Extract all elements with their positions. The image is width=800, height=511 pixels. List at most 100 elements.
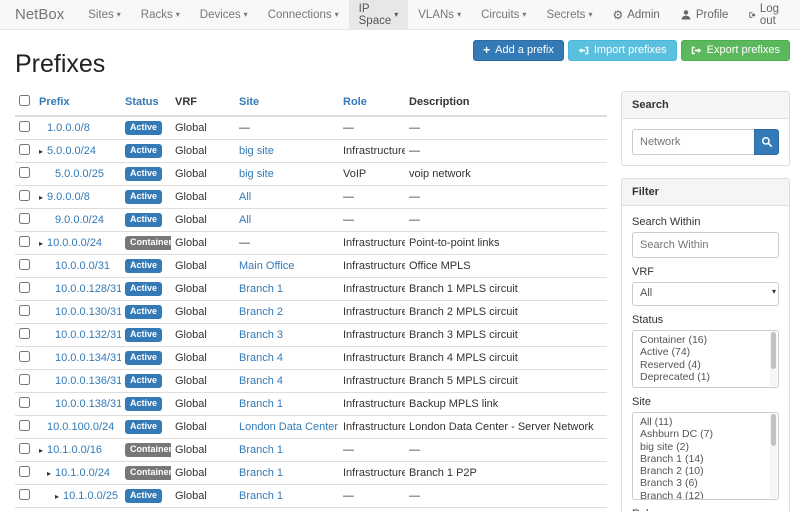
scrollbar[interactable] (770, 414, 777, 498)
import-prefixes-button[interactable]: Import prefixes (568, 40, 677, 61)
site-link[interactable]: Branch 4 (239, 375, 283, 387)
site-link[interactable]: London Data Center (239, 421, 338, 433)
search-input[interactable] (632, 129, 754, 155)
nav-item-logout[interactable]: Log out (738, 0, 793, 29)
site-listbox[interactable]: All (11)Ashburn DC (7)big site (2)Branch… (632, 412, 779, 500)
listbox-option[interactable]: All (11) (633, 416, 778, 428)
prefix-link[interactable]: 10.0.0.132/31 (55, 329, 121, 341)
nav-label: Sites (88, 9, 114, 21)
nav-item-circuits[interactable]: Circuits▾ (471, 0, 536, 29)
listbox-option[interactable]: Active (74) (633, 346, 778, 358)
site-link[interactable]: Branch 1 (239, 398, 283, 410)
sort-status[interactable]: Status (125, 96, 159, 108)
prefix-link[interactable]: 5.0.0.0/25 (55, 168, 104, 180)
table-row: ▸10.1.0.0/25 Active Global Branch 1 — — (15, 485, 607, 508)
sort-prefix[interactable]: Prefix (39, 96, 70, 108)
row-checkbox[interactable] (19, 167, 30, 178)
site-link[interactable]: Branch 1 (239, 283, 283, 295)
row-checkbox[interactable] (19, 144, 30, 155)
description-cell: — (405, 140, 607, 163)
prefix-link[interactable]: 10.1.0.0/16 (47, 444, 102, 456)
sort-role[interactable]: Role (343, 96, 367, 108)
site-link[interactable]: Main Office (239, 260, 294, 272)
expand-arrow-icon: ▸ (39, 147, 47, 156)
listbox-option[interactable]: Reserved (4) (633, 359, 778, 371)
prefix-link[interactable]: 9.0.0.0/24 (55, 214, 104, 226)
prefix-link[interactable]: 10.0.0.130/31 (55, 306, 121, 318)
site-link[interactable]: All (239, 191, 251, 203)
row-checkbox[interactable] (19, 420, 30, 431)
prefix-link[interactable]: 10.1.0.0/25 (63, 490, 118, 502)
row-checkbox[interactable] (19, 466, 30, 477)
prefix-link[interactable]: 10.0.0.0/24 (47, 237, 102, 249)
row-checkbox[interactable] (19, 328, 30, 339)
prefix-link[interactable]: 5.0.0.0/24 (47, 145, 96, 157)
search-button[interactable] (754, 129, 779, 155)
site-link[interactable]: All (239, 214, 251, 226)
prefix-link[interactable]: 9.0.0.0/8 (47, 191, 90, 203)
listbox-option[interactable]: Container (16) (633, 334, 778, 346)
listbox-option[interactable]: Branch 4 (12) (633, 490, 778, 500)
scrollbar-thumb[interactable] (771, 414, 776, 446)
listbox-option[interactable]: Branch 3 (6) (633, 477, 778, 489)
row-checkbox[interactable] (19, 305, 30, 316)
prefix-link[interactable]: 10.0.0.0/31 (55, 260, 110, 272)
status-listbox[interactable]: Container (16)Active (74)Reserved (4)Dep… (632, 330, 779, 388)
row-checkbox[interactable] (19, 397, 30, 408)
app-brand[interactable]: NetBox (0, 0, 78, 29)
export-prefixes-button[interactable]: Export prefixes (681, 40, 790, 61)
scrollbar-thumb[interactable] (771, 332, 776, 369)
listbox-option[interactable]: Deprecated (1) (633, 371, 778, 383)
nav-item-ip-space[interactable]: IP Space▾ (349, 0, 409, 29)
listbox-option[interactable]: Branch 1 (14) (633, 453, 778, 465)
chevron-down-icon: ▾ (522, 10, 526, 19)
add-prefix-button[interactable]: + Add a prefix (473, 40, 564, 61)
row-checkbox[interactable] (19, 190, 30, 201)
site-link[interactable]: Branch 1 (239, 444, 283, 456)
nav-item-vlans[interactable]: VLANs▾ (408, 0, 471, 29)
filter-panel: Filter Search Within VRF All ▾ Status Co… (621, 178, 790, 511)
nav-item-secrets[interactable]: Secrets▾ (536, 0, 602, 29)
nav-item-profile[interactable]: Profile (670, 0, 739, 29)
row-checkbox[interactable] (19, 121, 30, 132)
site-link[interactable]: Branch 1 (239, 467, 283, 479)
row-checkbox[interactable] (19, 259, 30, 270)
prefix-link[interactable]: 10.0.100.0/24 (47, 421, 114, 433)
row-checkbox[interactable] (19, 489, 30, 500)
site-link[interactable]: big site (239, 168, 274, 180)
row-checkbox[interactable] (19, 213, 30, 224)
site-link[interactable]: Branch 1 (239, 490, 283, 502)
row-checkbox[interactable] (19, 236, 30, 247)
sort-site[interactable]: Site (239, 96, 259, 108)
prefix-link[interactable]: 10.0.0.134/31 (55, 352, 121, 364)
row-checkbox[interactable] (19, 374, 30, 385)
nav-item-sites[interactable]: Sites▾ (78, 0, 131, 29)
search-within-input[interactable] (632, 232, 779, 258)
role-cell: Infrastructure (339, 416, 405, 439)
prefix-link[interactable]: 1.0.0.0/8 (47, 122, 90, 134)
table-row: ▸10.0.0.0/24 Container Global — Infrastr… (15, 232, 607, 255)
site-link[interactable]: Branch 2 (239, 306, 283, 318)
prefix-link[interactable]: 10.0.0.136/31 (55, 375, 121, 387)
listbox-option[interactable]: big site (2) (633, 441, 778, 453)
prefix-link[interactable]: 10.0.0.138/31 (55, 398, 121, 410)
select-all-checkbox[interactable] (19, 95, 30, 106)
site-link[interactable]: Branch 3 (239, 329, 283, 341)
nav-item-connections[interactable]: Connections▾ (258, 0, 349, 29)
listbox-option[interactable]: Branch 2 (10) (633, 465, 778, 477)
nav-item-devices[interactable]: Devices▾ (190, 0, 258, 29)
table-row: ▸10.0.0.0/31 Active Global Main Office I… (15, 255, 607, 278)
scrollbar[interactable] (770, 332, 777, 386)
vrf-select[interactable]: All ▾ (632, 282, 779, 306)
listbox-option[interactable]: Ashburn DC (7) (633, 428, 778, 440)
row-checkbox[interactable] (19, 282, 30, 293)
row-checkbox[interactable] (19, 443, 30, 454)
row-checkbox[interactable] (19, 351, 30, 362)
site-link[interactable]: big site (239, 145, 274, 157)
nav-item-admin[interactable]: ⚙ Admin (602, 0, 669, 29)
prefix-link[interactable]: 10.0.0.128/31 (55, 283, 121, 295)
prefix-link[interactable]: 10.1.0.0/24 (55, 467, 110, 479)
nav-item-racks[interactable]: Racks▾ (131, 0, 190, 29)
site-link[interactable]: Branch 4 (239, 352, 283, 364)
site-label: Site (632, 396, 779, 408)
